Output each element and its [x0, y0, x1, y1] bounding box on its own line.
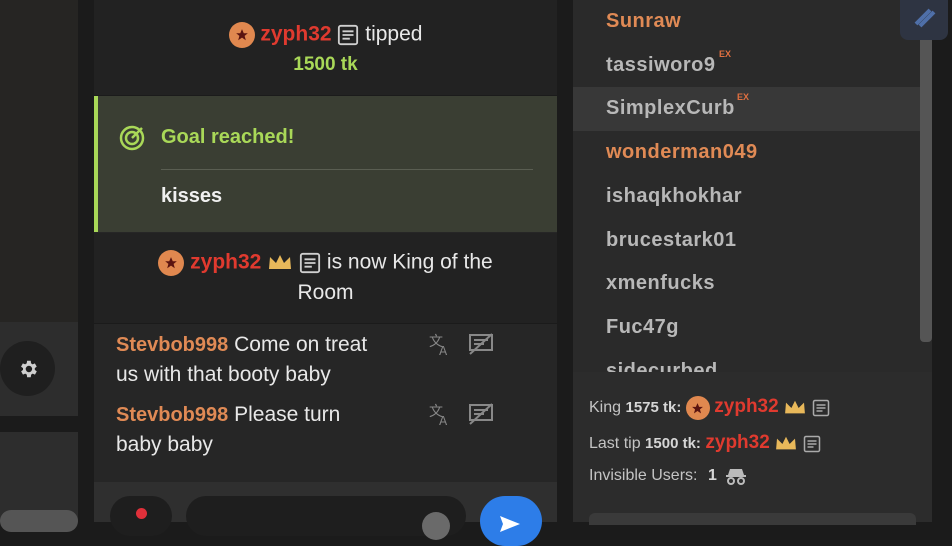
last-tip-user[interactable]: zyph32	[705, 432, 769, 453]
pen-icon	[914, 8, 936, 28]
invisible-label: Invisible Users:	[589, 467, 698, 485]
chat-message: Stevbob998 Please turn baby baby	[116, 400, 416, 460]
message-text: Please turn	[234, 403, 341, 426]
room-info-panel: King 1575 tk: zyph32 Last tip 1500 tk: z…	[573, 372, 932, 525]
user-list: Sunraw tassiworo9 EX SimplexCurb EX wond…	[573, 0, 932, 372]
chat-message: Stevbob998 Come on treat us with that bo…	[116, 330, 416, 390]
record-button[interactable]	[110, 496, 172, 536]
invisible-count: 1	[707, 467, 717, 485]
tip-verb: tipped	[365, 22, 423, 46]
page-edge	[932, 0, 952, 522]
user-list-item[interactable]: brucestark01	[573, 219, 932, 263]
translate-icon[interactable]: 文A	[428, 332, 452, 361]
left-low-panel	[0, 432, 78, 522]
king-amount: 1575 tk:	[625, 399, 682, 417]
user-list-item[interactable]: tassiworo9 EX	[573, 44, 932, 88]
king-text-cont: Room	[297, 281, 354, 304]
gear-icon	[20, 360, 37, 377]
ex-badge: EX	[719, 49, 732, 59]
king-user[interactable]: zyph32	[714, 396, 778, 417]
send-button[interactable]	[480, 496, 542, 546]
left-pill-button[interactable]	[0, 510, 78, 532]
star-badge-icon	[685, 396, 710, 420]
hide-message-icon[interactable]	[468, 402, 494, 431]
user-list-item[interactable]: ishaqkhokhar	[573, 175, 932, 219]
tip-amount: 1500 tk	[293, 54, 358, 75]
crown-icon	[269, 255, 292, 269]
message-text-cont: baby baby	[116, 433, 213, 456]
king-label: King	[589, 399, 622, 417]
hide-message-icon[interactable]	[468, 332, 494, 361]
user-name: Sunraw	[606, 10, 682, 32]
king-row: King 1575 tk: zyph32	[589, 396, 830, 420]
invisible-users-row: Invisible Users: 1	[589, 467, 747, 485]
user-list-item[interactable]: sidecurbed	[573, 350, 932, 372]
message-username[interactable]: Stevbob998	[116, 334, 228, 356]
ex-badge: EX	[737, 92, 750, 102]
user-name: wonderman049	[606, 141, 758, 163]
king-text: is now King of the	[326, 250, 493, 274]
incognito-icon	[726, 469, 747, 485]
user-list-item[interactable]: xmenfucks	[573, 262, 932, 306]
king-username[interactable]: zyph32	[190, 251, 261, 274]
goal-divider	[161, 169, 533, 170]
star-badge-icon	[158, 250, 185, 276]
tipper-username[interactable]: zyph32	[260, 23, 331, 46]
record-dot-icon	[136, 508, 147, 519]
chat-panel: zyph32 tipped 1500 tk Goal reached! kiss…	[94, 0, 557, 546]
emoji-icon[interactable]	[422, 512, 450, 540]
profile-card-icon[interactable]	[812, 399, 830, 417]
user-list-item[interactable]: Sunraw	[573, 0, 932, 44]
message-text: Come on treat	[234, 333, 368, 356]
translate-icon[interactable]: 文A	[428, 402, 452, 431]
last-tip-row: Last tip 1500 tk: zyph32	[589, 432, 821, 454]
crown-icon	[785, 400, 806, 414]
message-username[interactable]: Stevbob998	[116, 404, 228, 426]
target-icon	[118, 124, 146, 157]
crown-icon	[776, 436, 797, 450]
star-badge-icon	[228, 22, 255, 48]
user-list-item[interactable]: SimplexCurb EX	[573, 87, 932, 131]
last-tip-amount: 1500 tk:	[645, 435, 701, 452]
goal-item: kisses	[161, 185, 223, 207]
tip-notice: zyph32 tipped 1500 tk	[94, 0, 557, 96]
user-list-scrollbar[interactable]	[920, 0, 932, 342]
user-list-item[interactable]: Fuc47g	[573, 306, 932, 350]
svg-text:A: A	[439, 344, 448, 356]
video-area	[0, 0, 78, 322]
goal-reached-notice	[94, 96, 557, 232]
profile-card-icon[interactable]	[803, 435, 821, 453]
user-list-item[interactable]: wonderman049	[573, 131, 932, 175]
last-tip-label: Last tip	[589, 435, 641, 452]
king-notice: zyph32 is now King of the Room	[94, 233, 557, 324]
user-name: Fuc47g	[606, 316, 680, 338]
goal-title: Goal reached!	[161, 126, 295, 148]
user-name: SimplexCurb	[606, 97, 735, 119]
profile-card-icon[interactable]	[337, 24, 359, 46]
user-name: sidecurbed	[606, 360, 718, 372]
goal-accent-bar	[94, 96, 98, 232]
info-panel-button[interactable]	[589, 513, 916, 525]
corner-tool-button[interactable]	[900, 0, 948, 40]
user-name: xmenfucks	[606, 272, 715, 294]
user-name: ishaqkhokhar	[606, 185, 743, 207]
settings-button[interactable]	[0, 341, 55, 396]
send-icon	[500, 516, 520, 532]
chat-input[interactable]	[186, 496, 466, 540]
message-text-cont: us with that booty baby	[116, 363, 331, 386]
user-name: tassiworo9	[606, 54, 716, 76]
user-name: brucestark01	[606, 229, 737, 251]
svg-text:A: A	[439, 414, 448, 426]
profile-card-icon[interactable]	[299, 252, 321, 274]
